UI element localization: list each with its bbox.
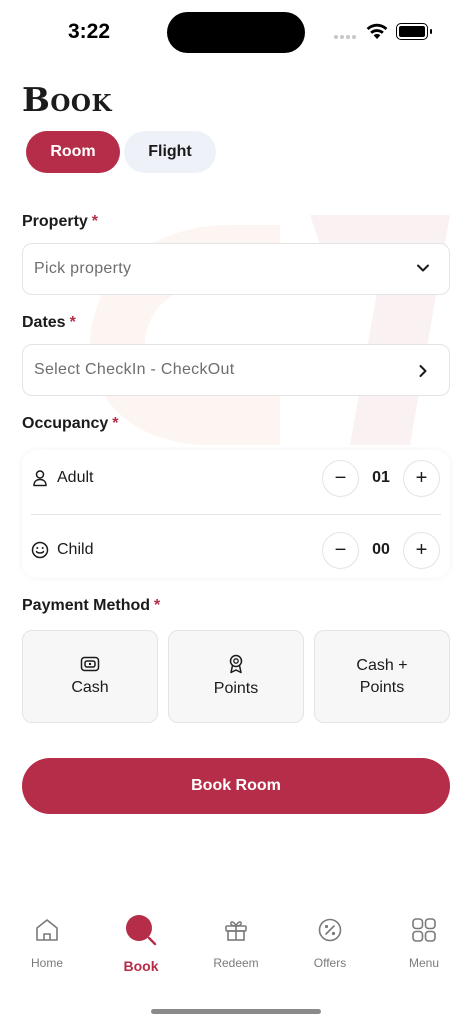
page-title: Book: [22, 80, 112, 119]
property-label-text: Property: [22, 213, 88, 230]
payment-option-label: Cash: [71, 678, 109, 696]
dynamic-island: [167, 12, 305, 53]
adult-label: Adult: [57, 469, 94, 486]
smiley-icon: [31, 541, 49, 559]
nav-label: Redeem: [213, 956, 259, 970]
cash-icon: [80, 656, 100, 671]
payment-option-label: Cash + Points: [356, 656, 408, 696]
nav-label: Menu: [408, 956, 440, 970]
badge-icon: [229, 654, 243, 673]
adult-increment-button[interactable]: +: [403, 460, 440, 497]
gift-icon: [225, 921, 247, 941]
chevron-down-icon: [417, 264, 429, 272]
book-search-icon: [126, 915, 157, 946]
nav-home[interactable]: Home: [0, 910, 94, 970]
property-placeholder: Pick property: [34, 260, 132, 277]
nav-label: Book: [123, 958, 159, 974]
child-increment-button[interactable]: +: [403, 532, 440, 569]
adult-decrement-button[interactable]: −: [322, 460, 359, 497]
payment-option-label: Points: [213, 679, 259, 697]
divider: [31, 514, 441, 515]
payment-option-cash-points[interactable]: Cash + Points: [314, 630, 450, 723]
home-icon: [36, 919, 58, 941]
tab-flight[interactable]: Flight: [124, 131, 216, 173]
wifi-icon: [366, 23, 388, 39]
property-label: Property *: [22, 213, 98, 231]
bottom-nav: Home Book Redeem Offers Menu: [0, 910, 472, 990]
book-room-button[interactable]: Book Room: [22, 758, 450, 814]
nav-menu[interactable]: Menu: [377, 910, 471, 970]
grid-icon: [412, 918, 436, 942]
property-select[interactable]: Pick property: [22, 243, 450, 295]
status-bar: 3:22: [0, 0, 472, 64]
battery-icon: [396, 23, 432, 40]
payment-label-text: Payment Method: [22, 597, 151, 614]
chevron-right-icon: [419, 365, 427, 377]
dates-label: Dates *: [22, 314, 76, 332]
child-row: Child − 00 +: [22, 522, 450, 578]
dates-placeholder: Select CheckIn - CheckOut: [34, 361, 235, 378]
payment-option-cash[interactable]: Cash: [22, 630, 158, 723]
status-time: 3:22: [68, 20, 111, 43]
person-icon: [33, 470, 47, 487]
occupancy-label-text: Occupancy: [22, 415, 109, 432]
required-mark: *: [91, 213, 99, 230]
child-decrement-button[interactable]: −: [322, 532, 359, 569]
nav-label: Home: [30, 956, 63, 970]
adult-count: 01: [372, 469, 390, 486]
occupancy-label: Occupancy *: [22, 415, 119, 433]
dates-label-text: Dates: [22, 314, 66, 331]
required-mark: *: [154, 597, 161, 614]
adult-row: Adult − 01 +: [22, 450, 450, 506]
child-label: Child: [57, 541, 94, 558]
required-mark: *: [69, 314, 76, 331]
nav-offers[interactable]: Offers: [283, 910, 377, 970]
occupancy-card: Adult − 01 + Child − 00 +: [22, 450, 450, 578]
payment-method-label: Payment Method *: [22, 597, 160, 615]
nav-book[interactable]: Book: [94, 910, 188, 974]
cellular-signal-icon: [334, 35, 356, 39]
home-indicator: [151, 1009, 321, 1014]
child-count: 00: [372, 541, 390, 558]
required-mark: *: [112, 415, 119, 432]
payment-option-points[interactable]: Points: [168, 630, 304, 723]
tab-room[interactable]: Room: [26, 131, 120, 173]
dates-select[interactable]: Select CheckIn - CheckOut: [22, 344, 450, 396]
nav-label: Offers: [313, 956, 347, 970]
nav-redeem[interactable]: Redeem: [189, 910, 283, 970]
percent-icon: [318, 918, 342, 942]
